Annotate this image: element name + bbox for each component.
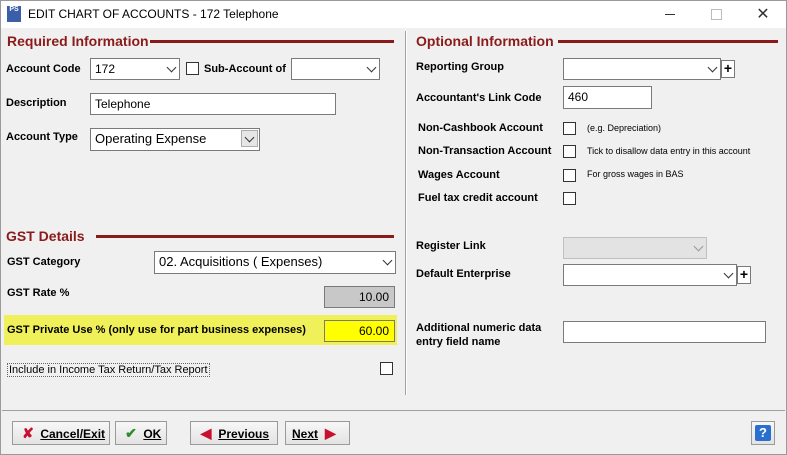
gst-category-label: GST Category — [7, 256, 81, 268]
previous-label: Previous — [218, 427, 270, 441]
gst-rate-value: 10.00 — [324, 286, 395, 308]
arrow-left-icon: ◀ — [200, 425, 212, 441]
ok-label: OK — [143, 427, 162, 441]
non-cashbook-checkbox[interactable] — [563, 122, 576, 135]
chevron-down-icon — [244, 132, 255, 143]
cancel-exit-label: Cancel/Exit — [40, 427, 106, 441]
non-transaction-checkbox[interactable] — [563, 145, 576, 158]
sub-account-label: Sub-Account of — [204, 63, 286, 75]
footer-button-bar: ✘ Cancel/Exit ✔ OK ◀ Previous Next ▶ ? — [2, 410, 785, 454]
default-enterprise-combo[interactable] — [563, 264, 737, 286]
wages-checkbox[interactable] — [563, 169, 576, 182]
register-link-label: Register Link — [416, 240, 486, 252]
close-button[interactable]: ✕ — [740, 1, 786, 28]
private-use-input[interactable]: 60.00 — [324, 320, 395, 342]
include-tax-return-checkbox[interactable] — [380, 362, 393, 375]
optional-section-title: Optional Information — [416, 33, 554, 49]
next-label: Next — [292, 427, 319, 441]
fuel-tax-label: Fuel tax credit account — [418, 192, 538, 204]
default-enterprise-label: Default Enterprise — [416, 268, 511, 280]
chevron-down-icon — [366, 62, 377, 73]
edit-chart-of-accounts-window: PS EDIT CHART OF ACCOUNTS - 172 Telephon… — [0, 0, 787, 455]
sub-account-checkbox[interactable] — [186, 62, 199, 75]
chevron-down-icon — [382, 255, 393, 266]
account-code-value: 172 — [95, 62, 116, 76]
reporting-group-label: Reporting Group — [416, 61, 504, 73]
accountant-link-input[interactable]: 460 — [563, 86, 652, 109]
account-code-label: Account Code — [6, 63, 81, 75]
add-reporting-group-button[interactable]: + — [721, 60, 735, 78]
wages-hint: For gross wages in BAS — [587, 169, 684, 179]
reporting-group-combo[interactable] — [563, 58, 721, 80]
register-link-combo[interactable] — [563, 237, 707, 259]
gst-section-title: GST Details — [6, 228, 85, 244]
gst-rate-label: GST Rate % — [7, 287, 70, 299]
help-button[interactable]: ? — [751, 421, 775, 445]
non-transaction-hint: Tick to disallow data entry in this acco… — [587, 146, 751, 156]
chevron-down-icon — [693, 241, 704, 252]
previous-button[interactable]: ◀ Previous — [190, 421, 278, 445]
form-content: Required Information Account Code 172 Su… — [2, 28, 785, 410]
optional-section-rule — [558, 40, 778, 43]
help-icon: ? — [755, 425, 771, 441]
account-type-dropdown-button[interactable] — [241, 130, 258, 147]
additional-field-label-line1: Additional numeric data — [416, 322, 542, 334]
wages-label: Wages Account — [418, 169, 500, 181]
gst-category-combo[interactable]: 02. Acquisitions ( Expenses) — [154, 251, 396, 274]
account-type-combo[interactable]: Operating Expense — [90, 128, 260, 151]
account-type-value: Operating Expense — [95, 131, 207, 146]
add-enterprise-button[interactable]: + — [737, 266, 751, 284]
checkmark-icon: ✔ — [125, 425, 137, 441]
window-title: EDIT CHART OF ACCOUNTS - 172 Telephone — [28, 7, 279, 21]
minimize-button[interactable] — [647, 1, 693, 28]
chevron-down-icon — [707, 62, 718, 73]
next-button[interactable]: Next ▶ — [285, 421, 350, 445]
private-use-label: GST Private Use % (only use for part bus… — [7, 324, 306, 336]
cancel-x-icon: ✘ — [22, 425, 34, 441]
additional-field-input[interactable] — [563, 321, 766, 343]
non-transaction-label: Non-Transaction Account — [418, 145, 552, 157]
title-bar: PS EDIT CHART OF ACCOUNTS - 172 Telephon… — [1, 1, 786, 28]
sub-account-combo[interactable] — [291, 58, 380, 80]
chevron-down-icon — [166, 62, 177, 73]
maximize-button[interactable] — [693, 1, 739, 28]
arrow-right-icon: ▶ — [324, 425, 336, 441]
app-icon: PS — [7, 6, 21, 22]
cancel-exit-button[interactable]: ✘ Cancel/Exit — [12, 421, 110, 445]
fuel-tax-checkbox[interactable] — [563, 192, 576, 205]
account-type-label: Account Type — [6, 131, 78, 143]
gst-category-value: 02. Acquisitions ( Expenses) — [159, 254, 323, 269]
additional-field-label-line2: entry field name — [416, 336, 501, 348]
required-section-title: Required Information — [7, 33, 149, 49]
ok-button[interactable]: ✔ OK — [115, 421, 167, 445]
description-input[interactable]: Telephone — [90, 93, 336, 115]
required-section-rule — [150, 40, 394, 43]
chevron-down-icon — [723, 268, 734, 279]
include-tax-return-label: Include in Income Tax Return/Tax Report — [7, 363, 210, 377]
non-cashbook-hint: (e.g. Depreciation) — [587, 123, 662, 133]
account-code-combo[interactable]: 172 — [90, 58, 180, 80]
accountant-link-label: Accountant's Link Code — [416, 92, 542, 104]
gst-section-rule — [96, 235, 394, 238]
description-label: Description — [6, 97, 67, 109]
column-separator — [405, 31, 407, 395]
non-cashbook-label: Non-Cashbook Account — [418, 122, 543, 134]
